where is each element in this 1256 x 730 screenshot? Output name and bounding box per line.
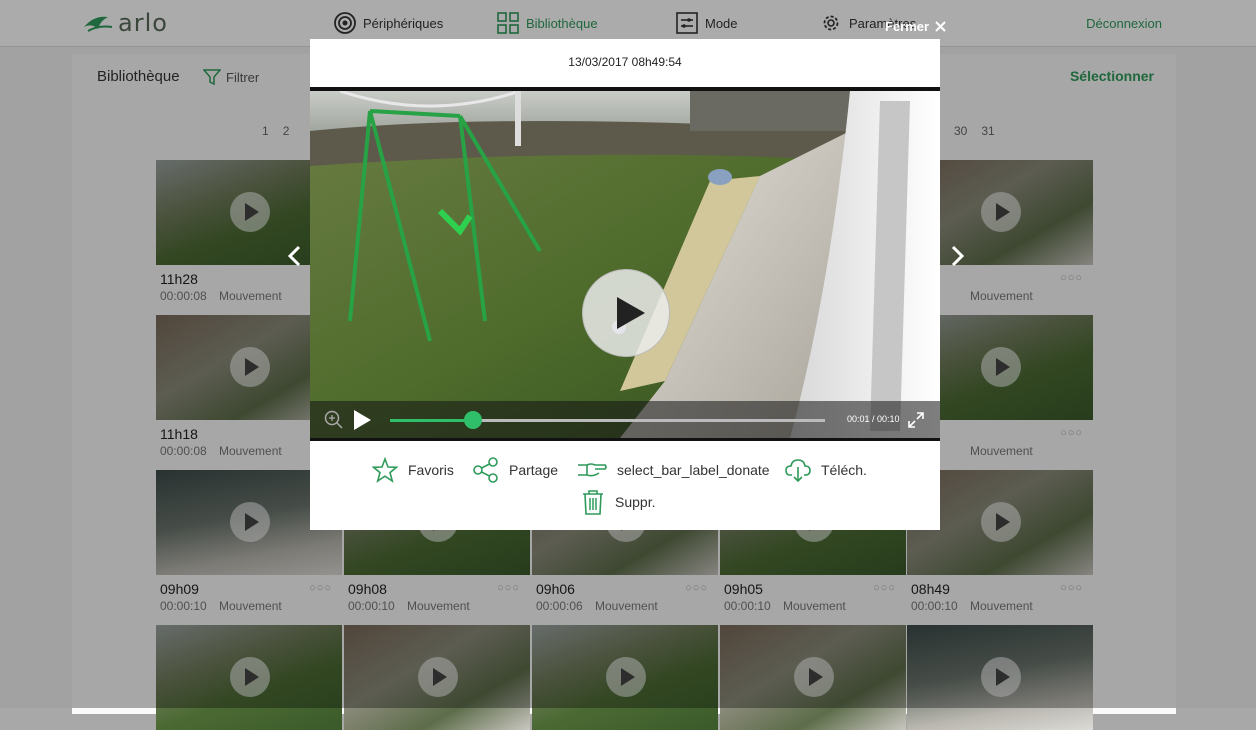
video-player[interactable]: 00:01 / 00:10 xyxy=(310,87,940,441)
download-label: Téléch. xyxy=(821,462,867,478)
play-icon[interactable] xyxy=(354,410,371,430)
zoom-in-icon[interactable] xyxy=(324,410,344,430)
download-button[interactable]: Téléch. xyxy=(785,457,867,483)
video-modal: 13/03/2017 08h49:54 00:01 / 00:10 Favori… xyxy=(310,39,940,530)
donate-label: select_bar_label_donate xyxy=(617,462,770,478)
share-label: Partage xyxy=(509,462,559,478)
action-bar: Favoris Partage select_bar_label_donate xyxy=(310,443,940,530)
previous-video-chevron-icon[interactable] xyxy=(286,245,304,267)
close-icon xyxy=(935,21,946,32)
share-icon xyxy=(473,457,498,483)
big-play-button[interactable] xyxy=(582,269,670,357)
donate-button[interactable]: select_bar_label_donate xyxy=(577,457,770,483)
cloud-download-icon xyxy=(785,459,811,483)
player-controls: 00:01 / 00:10 xyxy=(310,401,940,439)
progress-fill xyxy=(390,419,473,422)
next-video-chevron-icon[interactable] xyxy=(948,245,966,267)
share-button[interactable]: Partage xyxy=(473,457,558,483)
star-icon xyxy=(372,457,398,483)
trash-icon xyxy=(583,490,603,515)
progress-handle[interactable] xyxy=(463,411,482,429)
delete-button[interactable]: Suppr. xyxy=(581,489,655,515)
progress-track[interactable] xyxy=(390,411,825,429)
time-readout: 00:01 / 00:10 xyxy=(847,414,900,424)
donate-hand-icon xyxy=(578,463,607,477)
favorite-button[interactable]: Favoris xyxy=(372,457,454,483)
video-frame-garden-scene xyxy=(310,91,940,438)
close-modal-button[interactable]: Fermer xyxy=(885,19,946,34)
delete-label: Suppr. xyxy=(615,494,656,510)
video-timestamp: 13/03/2017 08h49:54 xyxy=(568,55,682,69)
fullscreen-icon[interactable] xyxy=(908,412,924,428)
favorite-label: Favoris xyxy=(408,462,454,478)
close-label: Fermer xyxy=(885,19,930,34)
